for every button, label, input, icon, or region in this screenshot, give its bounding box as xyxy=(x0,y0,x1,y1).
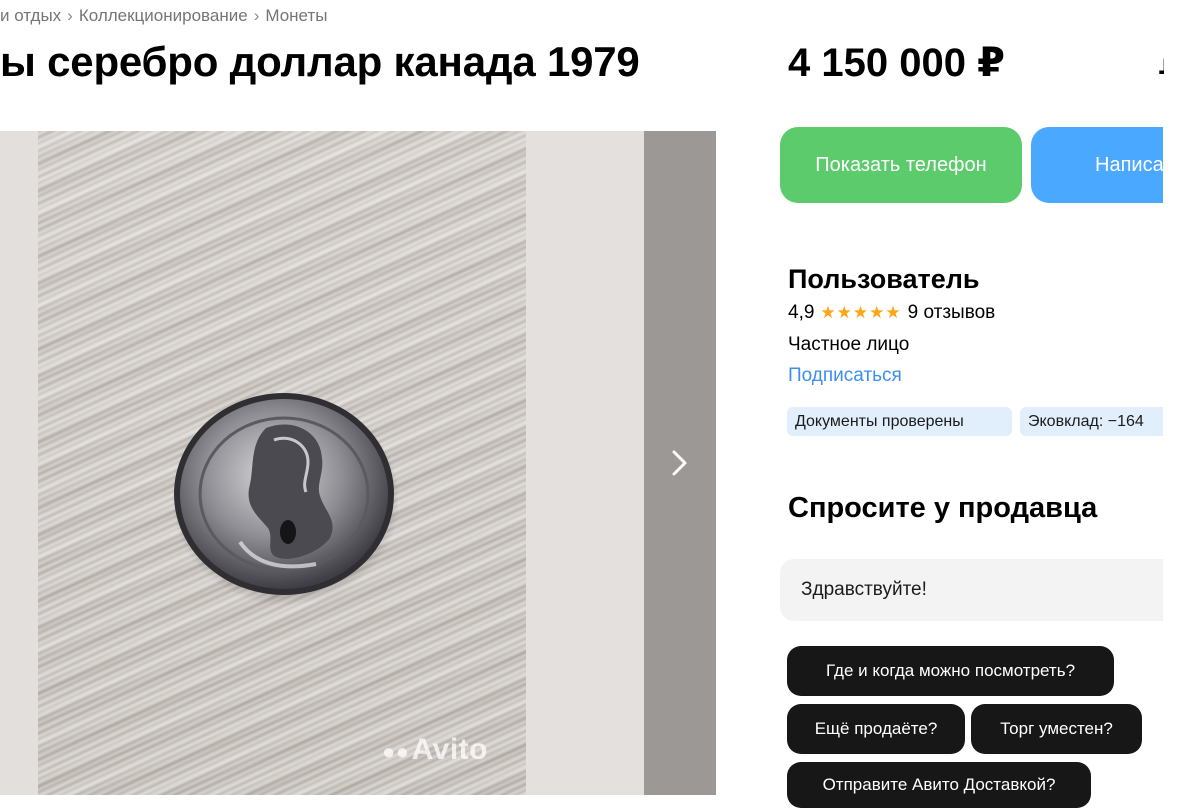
seller-rating: 4,9 ★★★★★ 9 отзывов xyxy=(788,302,995,324)
reviews-count[interactable]: 9 отзывов xyxy=(908,302,996,323)
breadcrumb: и отдых › Коллекционирование › Монеты xyxy=(0,6,327,26)
breadcrumb-item-hobby[interactable]: и отдых xyxy=(0,6,61,25)
breadcrumb-item-collecting[interactable]: Коллекционирование xyxy=(79,6,248,25)
gallery-side-right xyxy=(526,131,644,795)
viewport-edge xyxy=(1163,0,1200,800)
rating-stars-icon: ★★★★★ xyxy=(820,303,902,322)
gallery-side-left xyxy=(0,131,38,795)
quick-question-bargain[interactable]: Торг уместен? xyxy=(971,704,1142,754)
message-input[interactable]: Здравствуйте! xyxy=(780,559,1200,621)
avito-watermark: ●●Avito xyxy=(382,733,488,767)
listing-price: 4 150 000 ₽ xyxy=(788,41,1005,85)
avito-watermark-text: Avito xyxy=(411,733,488,766)
avito-logo-icon: ●● xyxy=(382,739,410,764)
chevron-right-icon[interactable] xyxy=(670,446,690,480)
price-overflow-glyph: ₽ xyxy=(1158,52,1164,74)
breadcrumb-separator: › xyxy=(253,6,260,25)
coin-photo xyxy=(172,393,398,606)
breadcrumb-separator: › xyxy=(67,6,73,25)
subscribe-link[interactable]: Подписаться xyxy=(788,365,902,387)
listing-title: ы серебро доллар канада 1979 xyxy=(0,38,640,85)
seller-name[interactable]: Пользователь xyxy=(788,264,979,295)
quick-question-where-when[interactable]: Где и когда можно посмотреть? xyxy=(787,646,1114,696)
ask-seller-title: Спросите у продавца xyxy=(788,492,1098,524)
documents-verified-badge: Документы проверены xyxy=(787,407,1012,436)
quick-question-still-selling[interactable]: Ещё продаёте? xyxy=(787,704,965,754)
breadcrumb-item-coins[interactable]: Монеты xyxy=(265,6,327,25)
show-phone-button[interactable]: Показать телефон xyxy=(780,127,1022,203)
seller-type: Частное лицо xyxy=(788,334,910,355)
rating-value: 4,9 xyxy=(788,302,815,323)
quick-question-avito-delivery[interactable]: Отправите Авито Доставкой? xyxy=(787,762,1091,808)
